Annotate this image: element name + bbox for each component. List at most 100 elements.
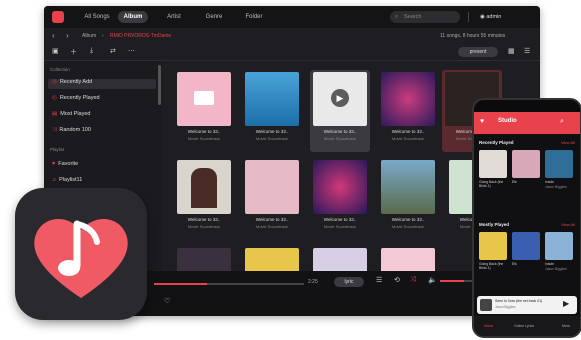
sidebar-item-playlist11[interactable]: ♫ Playlist11 xyxy=(52,177,82,183)
breadcrumb-separator: › xyxy=(102,33,104,39)
breadcrumb-current[interactable]: RMiO PRVOROS-TmDanie xyxy=(110,28,171,44)
app-icon xyxy=(15,188,147,320)
share-icon[interactable]: ⇄ xyxy=(110,47,116,55)
album-art xyxy=(177,72,231,126)
tab-album[interactable]: Album xyxy=(118,11,148,23)
album-subtitle: Movie Soundtrack xyxy=(187,224,220,229)
tab-artist[interactable]: Artist xyxy=(160,11,188,23)
view-all-link[interactable]: View All xyxy=(561,140,575,145)
phone-bottom-nav: Home Online Lyrics More xyxy=(474,316,580,336)
select-icon[interactable]: ▣ xyxy=(52,47,59,55)
album-tile-selected[interactable]: ▶ Welcome to 33.. Movie Soundtrack xyxy=(310,70,370,152)
nav-home[interactable]: Home xyxy=(484,324,493,328)
nav-online-lyrics[interactable]: Online Lyrics xyxy=(514,324,534,328)
album-art xyxy=(381,160,435,214)
sidebar-item-recently-add[interactable]: ◷ Recently Add xyxy=(48,79,156,89)
tab-genre[interactable]: Genre xyxy=(200,11,228,23)
recent-art[interactable] xyxy=(479,150,507,178)
mostly-played-heading: Mostly Played xyxy=(479,222,510,227)
breadcrumb-parent[interactable]: Album xyxy=(82,28,96,44)
playlist-heading: Playlist xyxy=(50,147,65,152)
phone-logo-icon: ♥ xyxy=(480,118,485,125)
mostly-art[interactable] xyxy=(479,232,507,260)
album-art xyxy=(177,160,231,214)
sidebar-item-label: Most Played xyxy=(60,111,91,117)
tab-folder[interactable]: Folder xyxy=(240,11,268,23)
back-button[interactable]: ‹ xyxy=(52,28,55,44)
album-subtitle: Movie Soundtrack xyxy=(323,224,356,229)
album-tile[interactable]: Welcome to 33.. Movie Soundtrack xyxy=(242,70,302,152)
tab-all-songs[interactable]: All Songs xyxy=(80,11,114,23)
sidebar-item-label: Playlist11 xyxy=(59,177,83,183)
download-icon[interactable]: ⤓ xyxy=(90,47,93,55)
phone-header: ♥ Studio ⌕ xyxy=(474,112,580,134)
sidebar-item-label: Random 100 xyxy=(59,127,91,133)
lyrics-button[interactable]: lyric xyxy=(334,277,364,287)
album-title: Welcome to 33.. xyxy=(255,217,289,222)
clock-icon: ◷ xyxy=(52,79,57,85)
more-icon[interactable]: ⋯ xyxy=(128,47,135,55)
search-placeholder: Search xyxy=(404,14,422,20)
mostly-art[interactable] xyxy=(512,232,540,260)
import-button[interactable]: present xyxy=(458,47,498,57)
sidebar-scrollbar[interactable] xyxy=(158,65,161,105)
search-input[interactable]: ⌕ Search xyxy=(390,11,460,23)
breadcrumb-bar: ‹ › Album › RMiO PRVOROS-TmDanie 11 song… xyxy=(44,28,540,44)
progress-fill xyxy=(154,283,207,285)
mostly-title: Inside xyxy=(545,262,555,266)
album-art xyxy=(381,72,435,126)
album-tile[interactable]: Welcome to 33.. Movie Soundtrack xyxy=(174,70,234,152)
recent-title: Inside xyxy=(545,180,555,184)
progress-bar[interactable] xyxy=(154,283,304,285)
album-title: Welcome to 33.. xyxy=(323,129,357,134)
album-tile[interactable]: Welcome to 33.. Movie Soundtrack xyxy=(310,158,370,240)
user-name: admin xyxy=(486,14,502,20)
queue-icon[interactable]: ☰ xyxy=(376,276,382,284)
phone-search-icon[interactable]: ⌕ xyxy=(560,118,564,126)
mobile-phone-mockup: ♥ Studio ⌕ Recently Played View All Goin… xyxy=(472,98,581,338)
sidebar-item-random[interactable]: ⤨ Random 100 xyxy=(52,127,91,134)
album-art xyxy=(245,72,299,126)
dislike-icon[interactable]: ♡ xyxy=(164,297,170,305)
sidebar-item-favorite[interactable]: ♥ Favorite xyxy=(52,161,78,167)
action-toolbar: ▣ ＋ ⤓ ⇄ ⋯ present ▦ ☰ xyxy=(44,44,540,61)
recent-art[interactable] xyxy=(512,150,540,178)
sidebar-item-recently-played[interactable]: ◴ Recently Played xyxy=(52,95,100,101)
volume-icon[interactable]: 🔈 xyxy=(428,276,437,284)
shuffle-icon: ⤨ xyxy=(52,127,57,133)
mostly-title: Going Back (the Birds 1) xyxy=(479,262,504,270)
album-title: Welcome to 33.. xyxy=(187,217,221,222)
mostly-art[interactable] xyxy=(545,232,573,260)
album-art: ▶ xyxy=(313,72,367,126)
grid-view-icon[interactable]: ▦ xyxy=(508,47,515,55)
album-tile[interactable]: Welcome to 33.. Movie Soundtrack xyxy=(174,158,234,240)
sidebar-item-label: Recently Add xyxy=(59,79,93,85)
sidebar-item-label: Recently Played xyxy=(59,95,100,101)
album-subtitle: Movie Soundtrack xyxy=(255,136,288,141)
play-icon[interactable]: ▶ xyxy=(331,89,349,107)
top-navigation-bar: All Songs Album Artist Genre Folder ⌕ Se… xyxy=(44,6,540,28)
heart-icon: ♥ xyxy=(52,161,56,167)
album-tile[interactable]: Welcome to 33.. Movie Soundtrack xyxy=(378,158,438,240)
sidebar-item-most-played[interactable]: ▤ Most Played xyxy=(52,111,90,117)
album-tile[interactable]: Welcome to 33.. Movie Soundtrack xyxy=(378,70,438,152)
album-tile[interactable]: Welcome to 33.. Movie Soundtrack xyxy=(242,158,302,240)
album-title: Welcome to 33.. xyxy=(323,217,357,222)
user-menu[interactable]: ◉ admin xyxy=(480,11,501,23)
recent-title: Going Back (the Birds 1) xyxy=(479,180,504,188)
recent-artist: Jason Bigglew xyxy=(545,185,567,189)
view-all-link[interactable]: View All xyxy=(561,222,575,227)
forward-button[interactable]: › xyxy=(66,28,69,44)
recent-title: Elk xyxy=(512,180,517,184)
mini-player[interactable]: Seen to Now (the set track 01) Jason Big… xyxy=(477,296,577,314)
repeat-icon[interactable]: ⟲ xyxy=(394,276,400,284)
recent-art[interactable] xyxy=(545,150,573,178)
shuffle-icon[interactable]: ⤨ xyxy=(410,276,416,284)
add-icon[interactable]: ＋ xyxy=(70,47,77,57)
list-view-icon[interactable]: ☰ xyxy=(524,47,530,55)
recently-played-heading: Recently Played xyxy=(479,140,514,145)
phone-title: Studio xyxy=(498,118,517,124)
nav-more[interactable]: More xyxy=(562,324,570,328)
mini-play-icon[interactable]: ▶ xyxy=(563,299,569,308)
album-title: Welcome to 33.. xyxy=(391,129,425,134)
